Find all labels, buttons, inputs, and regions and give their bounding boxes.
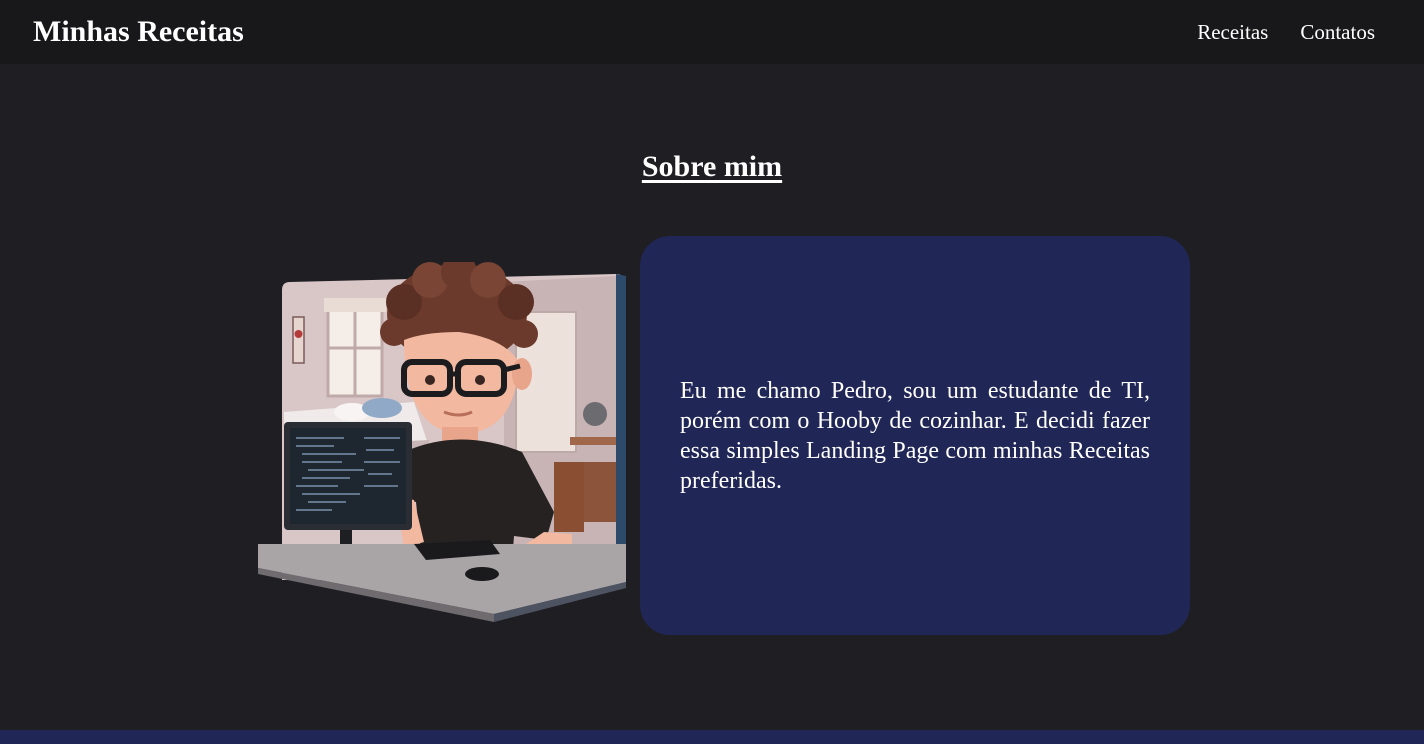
nav-link-receitas[interactable]: Receitas [1197,18,1268,46]
nav-link-contatos[interactable]: Contatos [1300,18,1375,46]
main-nav: Receitas Contatos [1197,18,1375,46]
footer-strip [0,730,1424,744]
developer-avatar-illustration [254,254,626,622]
site-brand[interactable]: Minhas Receitas [33,14,244,50]
section-title-about: Sobre mim [641,150,783,183]
top-navbar: Minhas Receitas Receitas Contatos [0,0,1424,64]
avatar-illustration-svg [258,254,626,622]
about-card: Eu me chamo Pedro, sou um estudante de T… [640,236,1190,635]
about-text: Eu me chamo Pedro, sou um estudante de T… [680,377,1150,494]
